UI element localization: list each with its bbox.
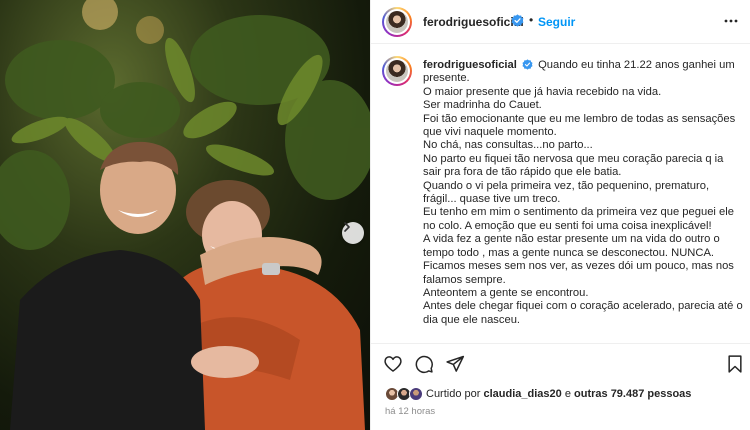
likes-prefix: Curtido por: [426, 388, 481, 400]
author-avatar[interactable]: [382, 7, 412, 37]
caption-line: A vida fez a gente não estar presente um…: [423, 233, 720, 259]
more-options-icon[interactable]: [723, 13, 739, 29]
likes-count[interactable]: outras 79.487 pessoas: [574, 388, 691, 400]
caption-line: Ficamos meses sem nos ver, as vezes dói …: [423, 260, 734, 286]
liker-avatars: [385, 387, 423, 401]
share-icon[interactable]: [445, 354, 465, 374]
author-username[interactable]: ferodriguesoficial: [423, 15, 524, 29]
verified-badge-icon: [522, 58, 533, 70]
divider: [371, 343, 750, 344]
post-actions: [371, 352, 750, 376]
caption-line: Foi tão emocionante que eu me lembro de …: [423, 112, 736, 139]
post-caption: ferodriguesoficial Quando eu tinha 21.22…: [371, 44, 750, 344]
caption-text: ferodriguesoficial Quando eu tinha 21.22…: [423, 58, 743, 327]
likes-conjunction: e: [564, 388, 571, 400]
comment-icon[interactable]: [414, 354, 434, 374]
caption-line: Eu tenho em mim o sentimento da primeira…: [423, 206, 734, 232]
caption-line: Anteontem a gente se encontrou.: [423, 286, 589, 299]
photo-scene: [0, 0, 370, 430]
avatar: [409, 387, 423, 401]
post-photo[interactable]: [0, 0, 370, 430]
header-separator: •: [529, 13, 534, 27]
likes-text: Curtido por claudia_dias20 e outras 79.4…: [426, 388, 691, 400]
post-timestamp[interactable]: há 12 horas: [385, 406, 435, 417]
caption-line: No chá, nas consultas...no parto...: [423, 139, 593, 152]
likes-summary: Curtido por claudia_dias20 e outras 79.4…: [385, 386, 691, 402]
caption-line: No parto eu fiquei tão nervosa que meu c…: [423, 152, 724, 179]
caption-line: Antes dele chegar fiquei com o coração a…: [423, 300, 743, 326]
caption-line: Ser madrinha do Cauet.: [423, 99, 542, 112]
next-image-button[interactable]: [342, 222, 364, 244]
follow-button[interactable]: Seguir: [538, 15, 575, 29]
heart-icon[interactable]: [383, 354, 403, 374]
liker-username[interactable]: claudia_dias20: [483, 388, 561, 400]
verified-badge-icon: [511, 14, 524, 27]
caption-line: O maior presente que já havia recebido n…: [423, 85, 662, 98]
bookmark-icon[interactable]: [726, 354, 744, 374]
chevron-right-icon: [344, 222, 350, 232]
post-details-panel: ferodriguesoficial • Seguir ferodrigueso…: [370, 0, 750, 430]
post-header: ferodriguesoficial • Seguir: [371, 0, 750, 44]
caption-username[interactable]: ferodriguesoficial: [423, 59, 517, 71]
caption-line: Quando o vi pela primeira vez, tão peque…: [423, 179, 710, 206]
caption-author-avatar[interactable]: [382, 56, 412, 86]
